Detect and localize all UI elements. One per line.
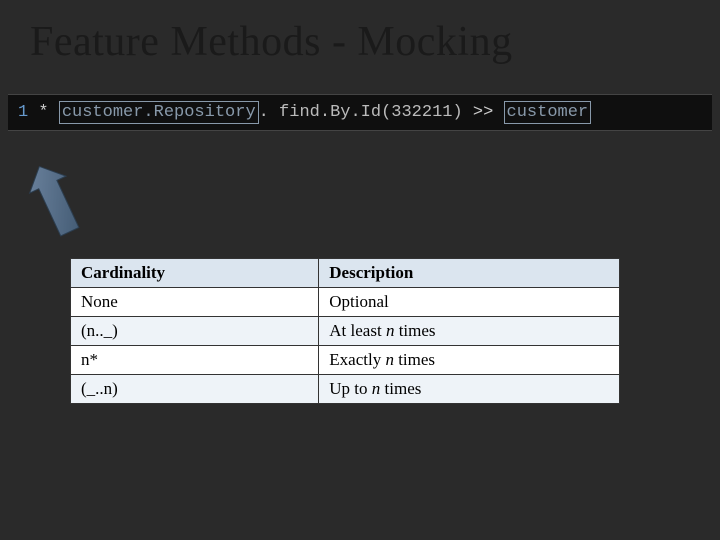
table-row: (n.._) At least n times [71, 317, 620, 346]
code-count: 1 [18, 103, 28, 122]
code-method: . find.By.Id(332211) [259, 103, 463, 122]
table-row: n* Exactly n times [71, 346, 620, 375]
cell-description: Optional [319, 288, 620, 317]
code-shift: >> [473, 103, 493, 122]
cardinality-table: Cardinality Description None Optional (n… [70, 258, 620, 404]
cell-cardinality: n* [71, 346, 319, 375]
table-row: (_..n) Up to n times [71, 375, 620, 404]
cell-description: At least n times [319, 317, 620, 346]
cell-description: Exactly n times [319, 346, 620, 375]
cell-cardinality: (n.._) [71, 317, 319, 346]
cell-description: Up to n times [319, 375, 620, 404]
code-receiver: customer.Repository [59, 101, 259, 124]
cell-cardinality: None [71, 288, 319, 317]
table-header-cardinality: Cardinality [71, 259, 319, 288]
table-header-description: Description [319, 259, 620, 288]
callout-arrow-icon [20, 165, 90, 245]
slide-title: Feature Methods - Mocking [0, 0, 720, 76]
code-snippet: 1 * customer.Repository. find.By.Id(3322… [8, 94, 712, 131]
code-star: * [38, 103, 48, 122]
code-result: customer [504, 101, 592, 124]
cell-cardinality: (_..n) [71, 375, 319, 404]
table-row: None Optional [71, 288, 620, 317]
